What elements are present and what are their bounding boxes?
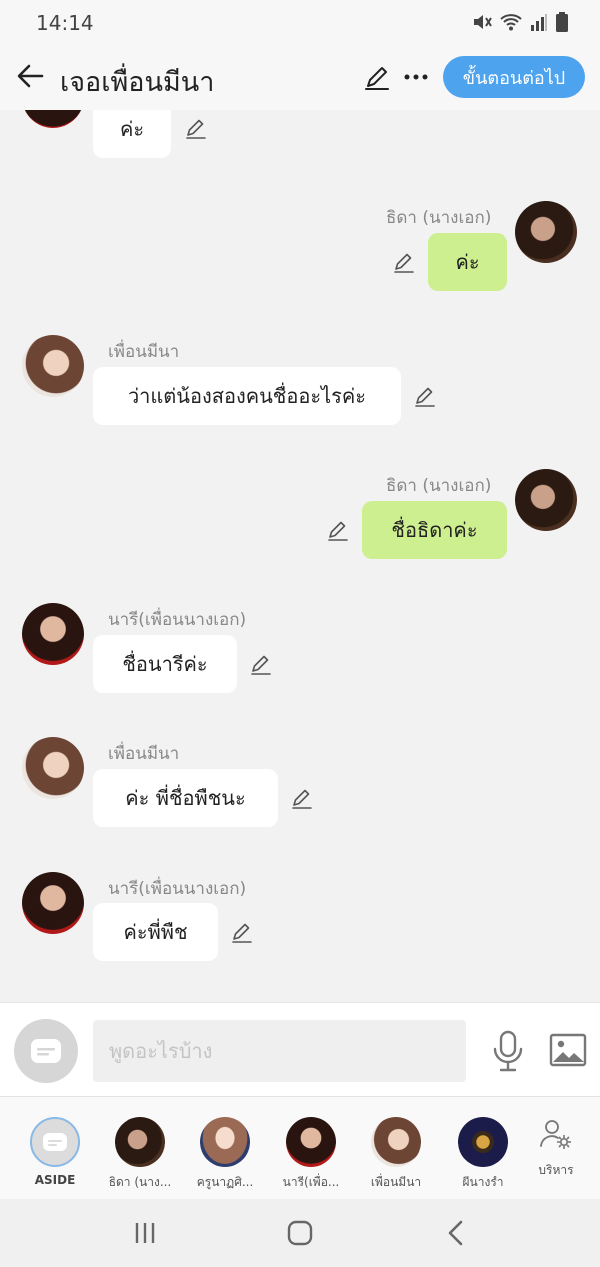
back-nav-icon[interactable] [441, 1217, 473, 1249]
message-bubble[interactable]: ค่ะ พี่ชื่อพืชนะ [93, 769, 278, 827]
chat-area[interactable]: ค่ะ ธิดา (นางเอก) ค่ะ เพื่อนมีนา ว่าแต่น… [0, 110, 600, 1002]
page-title: เจอเพื่อนมีนา [60, 67, 215, 98]
mute-icon [474, 15, 492, 29]
avatar[interactable] [22, 872, 84, 934]
battery-icon [556, 12, 568, 32]
message-bubble[interactable]: ค่ะ [428, 233, 507, 291]
message-bubble[interactable]: ชื่อธิดาค่ะ [362, 501, 507, 559]
character-label: ธิดา (นาง... [108, 1175, 172, 1189]
image-icon[interactable] [549, 1033, 587, 1067]
character-item[interactable]: เพื่อนมีนา [354, 1097, 438, 1200]
pencil-icon[interactable] [362, 62, 392, 92]
android-nav-bar [0, 1199, 600, 1267]
pencil-icon[interactable] [413, 384, 437, 408]
message-bubble[interactable]: ชื่อนารีค่ะ [93, 635, 237, 693]
character-label: นารี(เพื่อ... [282, 1175, 340, 1189]
sender-name: ธิดา (นางเอก) [386, 476, 492, 496]
character-label: เพื่อนมีนา [370, 1175, 422, 1189]
wifi-icon [500, 14, 522, 31]
signal-icon [531, 14, 547, 31]
aside-avatar [30, 1117, 80, 1167]
status-time: 14:14 [36, 11, 94, 35]
microphone-icon[interactable] [490, 1029, 526, 1073]
avatar [115, 1117, 165, 1167]
message-bubble[interactable]: ว่าแต่น้องสองคนชื่ออะไรค่ะ [93, 367, 401, 425]
sender-name: นารี(เพื่อนนางเอก) [108, 879, 247, 899]
pencil-icon[interactable] [184, 116, 208, 140]
avatar[interactable] [22, 335, 84, 397]
pencil-icon[interactable] [230, 920, 254, 944]
avatar[interactable] [515, 201, 577, 263]
character-label: ครูนาฏศิ... [196, 1175, 254, 1189]
aside-chat-icon [31, 1039, 61, 1063]
character-item[interactable]: นารี(เพื่อ... [269, 1097, 353, 1200]
status-icons [472, 12, 568, 32]
message-bubble[interactable]: ค่ะพี่พืช [93, 903, 218, 961]
chat-header: เจอเพื่อนมีนา ขั้นตอนต่อไป [0, 46, 600, 110]
back-arrow-icon[interactable] [14, 60, 46, 92]
recents-icon[interactable] [129, 1217, 161, 1249]
character-bar: ASIDE ธิดา (นาง... ครูนาฏศิ... นารี(เพื่… [0, 1096, 600, 1199]
aside-chat-icon [43, 1133, 67, 1151]
input-bar [0, 1002, 600, 1096]
avatar [458, 1117, 508, 1167]
avatar[interactable] [22, 110, 84, 128]
avatar [200, 1117, 250, 1167]
avatar[interactable] [22, 603, 84, 665]
pencil-icon[interactable] [249, 652, 273, 676]
manage-user-icon [540, 1120, 571, 1149]
character-item[interactable]: ธิดา (นาง... [98, 1097, 182, 1200]
home-icon[interactable] [284, 1217, 316, 1249]
message-input[interactable] [93, 1020, 466, 1082]
character-item[interactable]: ครูนาฏศิ... [183, 1097, 267, 1200]
pencil-icon[interactable] [392, 250, 416, 274]
avatar[interactable] [515, 469, 577, 531]
aside-toggle-button[interactable] [14, 1019, 78, 1083]
avatar [371, 1117, 421, 1167]
pencil-icon[interactable] [326, 518, 350, 542]
sender-name: ธิดา (นางเอก) [386, 208, 492, 228]
character-item-aside[interactable]: ASIDE [13, 1097, 97, 1200]
sender-name: เพื่อนมีนา [108, 342, 180, 362]
manage-button[interactable]: บริหาร [514, 1097, 598, 1200]
sender-name: เพื่อนมีนา [108, 744, 180, 764]
avatar [286, 1117, 336, 1167]
character-label: ASIDE [34, 1173, 76, 1187]
character-label: บริหาร [538, 1163, 574, 1177]
avatar[interactable] [22, 737, 84, 799]
sender-name: นารี(เพื่อนนางเอก) [108, 610, 247, 630]
next-step-button[interactable]: ขั้นตอนต่อไป [443, 56, 585, 98]
character-label: ผีนางรำ [462, 1175, 504, 1189]
character-item[interactable]: ผีนางรำ [441, 1097, 525, 1200]
status-bar: 14:14 [0, 0, 600, 46]
pencil-icon[interactable] [290, 786, 314, 810]
message-bubble[interactable]: ค่ะ [93, 110, 171, 158]
more-icon[interactable] [402, 62, 430, 92]
